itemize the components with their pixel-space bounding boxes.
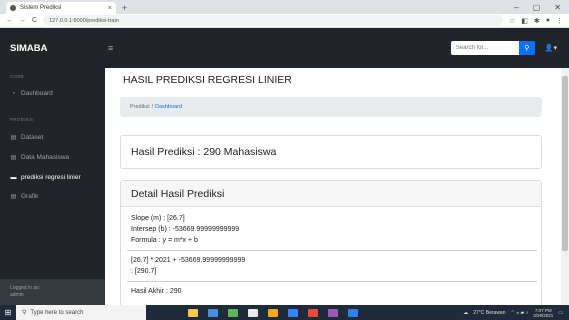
detail-card: Detail Hasil Prediksi Slope (m) : [26.7]… bbox=[120, 180, 542, 305]
sidebar-item-prediksi[interactable]: ▬ prediksi regresi linier bbox=[0, 174, 105, 181]
browser-tab[interactable]: Sistem Prediksi × bbox=[6, 2, 116, 14]
close-tab-icon[interactable]: × bbox=[108, 5, 112, 12]
star-icon[interactable]: ☆ bbox=[509, 17, 515, 25]
page-title: HASIL PREDIKSI REGRESI LINIER bbox=[123, 74, 292, 86]
sidebar-item-label: Dashboard bbox=[21, 90, 53, 97]
app-icon[interactable] bbox=[308, 308, 318, 317]
sidebar-toggle-icon[interactable]: ≡ bbox=[108, 43, 113, 53]
breadcrumb-item: Prediksi bbox=[130, 104, 150, 110]
search-group: ⚲ bbox=[450, 41, 535, 55]
main-content: HASIL PREDIKSI REGRESI LINIER Prediksi /… bbox=[105, 68, 561, 305]
search-input[interactable] bbox=[450, 41, 519, 55]
clock-time: 7:07 PM bbox=[534, 307, 552, 313]
breadcrumb: Prediksi / Dashboard bbox=[120, 97, 542, 117]
weather-icon[interactable]: ☁ bbox=[463, 310, 468, 316]
kebab-menu-icon[interactable]: ⋮ bbox=[556, 17, 563, 25]
app-icon[interactable] bbox=[288, 308, 298, 317]
windows-start-icon[interactable]: ⊞ bbox=[0, 305, 16, 320]
url-text: 127.0.0.1:8000/prediksi-train bbox=[49, 17, 119, 24]
close-window-button[interactable]: ✕ bbox=[554, 3, 561, 12]
profile-icon[interactable]: ● bbox=[546, 17, 550, 25]
new-tab-button[interactable]: + bbox=[122, 3, 127, 13]
table-icon: ▤ bbox=[10, 155, 17, 161]
puzzle-icon[interactable]: ✱ bbox=[534, 17, 540, 25]
result-card: Hasil Prediksi : 290 Mahasiswa bbox=[120, 135, 542, 169]
browser-tabstrip: Sistem Prediksi × + – ▢ ✕ bbox=[0, 0, 569, 14]
sidebar-item-label: Data Mahasiswa bbox=[21, 154, 70, 161]
search-button[interactable]: ⚲ bbox=[518, 41, 535, 55]
back-icon[interactable]: ← bbox=[6, 17, 13, 24]
brand-logo[interactable]: SIMABA bbox=[0, 43, 105, 54]
sidebar-item-label: prediksi regresi linier bbox=[21, 174, 81, 181]
breadcrumb-link[interactable]: Dashboard bbox=[155, 104, 182, 110]
search-icon: ⚲ bbox=[524, 45, 530, 52]
top-navbar: SIMABA ≡ ⚲ 👤▾ bbox=[0, 28, 569, 68]
sidebar: CORE ◔ Dashboard PRODIKSI ▤ Dataset ▤ Da… bbox=[0, 68, 105, 305]
sidebar-heading-prodiksi: PRODIKSI bbox=[10, 117, 34, 122]
scrollbar-thumb[interactable] bbox=[562, 76, 568, 251]
sidebar-item-dataset[interactable]: ▤ Dataset bbox=[0, 134, 105, 141]
address-bar: ← → C 127.0.0.1:8000/prediksi-train ☆ ◧ … bbox=[0, 14, 569, 28]
chart-icon: ▬ bbox=[10, 174, 17, 181]
taskbar-apps bbox=[188, 308, 358, 317]
logged-in-user: admin bbox=[10, 292, 24, 298]
divider bbox=[127, 250, 537, 251]
vscode-icon[interactable] bbox=[348, 308, 358, 317]
sidebar-footer: Logged in as: admin bbox=[0, 279, 105, 305]
app-icon[interactable] bbox=[328, 308, 338, 317]
window-controls: – ▢ ✕ bbox=[514, 3, 569, 12]
sidebar-heading-core: CORE bbox=[10, 74, 25, 79]
divider bbox=[127, 281, 537, 282]
intercept-text: Intersep (b) : -53669.99999999999 bbox=[131, 226, 240, 233]
minimize-button[interactable]: – bbox=[514, 3, 518, 12]
system-tray: ☁ 27°C Berawan ⌃ ◒ ▰ ♪ 7:07 PM 3/29/2021… bbox=[463, 308, 569, 318]
tab-title: Sistem Prediksi bbox=[20, 5, 62, 11]
dashboard-icon: ◔ bbox=[11, 90, 16, 97]
taskbar-search-placeholder: Type here to search bbox=[30, 309, 84, 316]
app-icon[interactable] bbox=[248, 308, 258, 317]
forward-icon[interactable]: → bbox=[19, 17, 26, 24]
app-icon[interactable] bbox=[228, 308, 238, 317]
file-explorer-icon[interactable] bbox=[188, 308, 198, 317]
extension-icons: ☆ ◧ ✱ ● ⋮ bbox=[509, 17, 563, 25]
final-result-text: Hasil Akhir : 290 bbox=[131, 288, 182, 295]
table-icon: ▤ bbox=[10, 135, 17, 141]
page-scrollbar[interactable] bbox=[561, 68, 569, 305]
search-icon: ⚲ bbox=[22, 310, 27, 316]
breadcrumb-separator: / bbox=[151, 104, 154, 110]
taskbar-search[interactable]: ⚲ Type here to search bbox=[16, 305, 146, 320]
result-text: Hasil Prediksi : 290 Mahasiswa bbox=[131, 146, 277, 158]
slope-text: Slope (m) : [26.7] bbox=[131, 215, 185, 222]
notifications-icon[interactable]: ▭ bbox=[558, 310, 563, 316]
logged-in-label: Logged in as: bbox=[10, 285, 41, 291]
table-icon: ▤ bbox=[10, 194, 17, 200]
detail-title: Detail Hasil Prediksi bbox=[131, 187, 225, 200]
reload-icon[interactable]: C bbox=[32, 17, 37, 24]
detail-card-body: Slope (m) : [26.7] Intersep (b) : -53669… bbox=[121, 207, 541, 303]
tray-icons[interactable]: ⌃ ◒ ▰ ♪ bbox=[511, 310, 529, 316]
favicon-icon bbox=[10, 5, 16, 11]
clock-date: 3/29/2021 bbox=[533, 312, 554, 318]
detail-card-header: Detail Hasil Prediksi bbox=[121, 181, 541, 207]
formula-text: Formula : y = m*x + b bbox=[131, 237, 198, 244]
user-menu-icon[interactable]: 👤▾ bbox=[545, 44, 557, 52]
app-icon[interactable] bbox=[208, 308, 218, 317]
maximize-button[interactable]: ▢ bbox=[533, 3, 541, 12]
app-icon[interactable] bbox=[268, 308, 278, 317]
calculation-text: [26.7] * 2021 + -53669.99999999999 bbox=[131, 257, 246, 264]
sidebar-item-grafik[interactable]: ▤ Grafik bbox=[0, 193, 105, 200]
sidebar-item-data-mahasiswa[interactable]: ▤ Data Mahasiswa bbox=[0, 154, 105, 161]
extension-icon[interactable]: ◧ bbox=[521, 17, 528, 25]
clock[interactable]: 7:07 PM 3/29/2021 bbox=[533, 308, 553, 318]
weather-text: 27°C Berawan bbox=[473, 309, 506, 316]
os-taskbar: ⊞ ⚲ Type here to search ☁ 27°C Berawan ⌃… bbox=[0, 305, 569, 320]
calculation-result: : [290.7] bbox=[131, 268, 157, 275]
url-field[interactable]: 127.0.0.1:8000/prediksi-train bbox=[43, 15, 503, 26]
sidebar-item-label: Grafik bbox=[21, 193, 39, 200]
sidebar-item-label: Dataset bbox=[21, 134, 44, 141]
sidebar-item-dashboard[interactable]: ◔ Dashboard bbox=[0, 90, 105, 97]
